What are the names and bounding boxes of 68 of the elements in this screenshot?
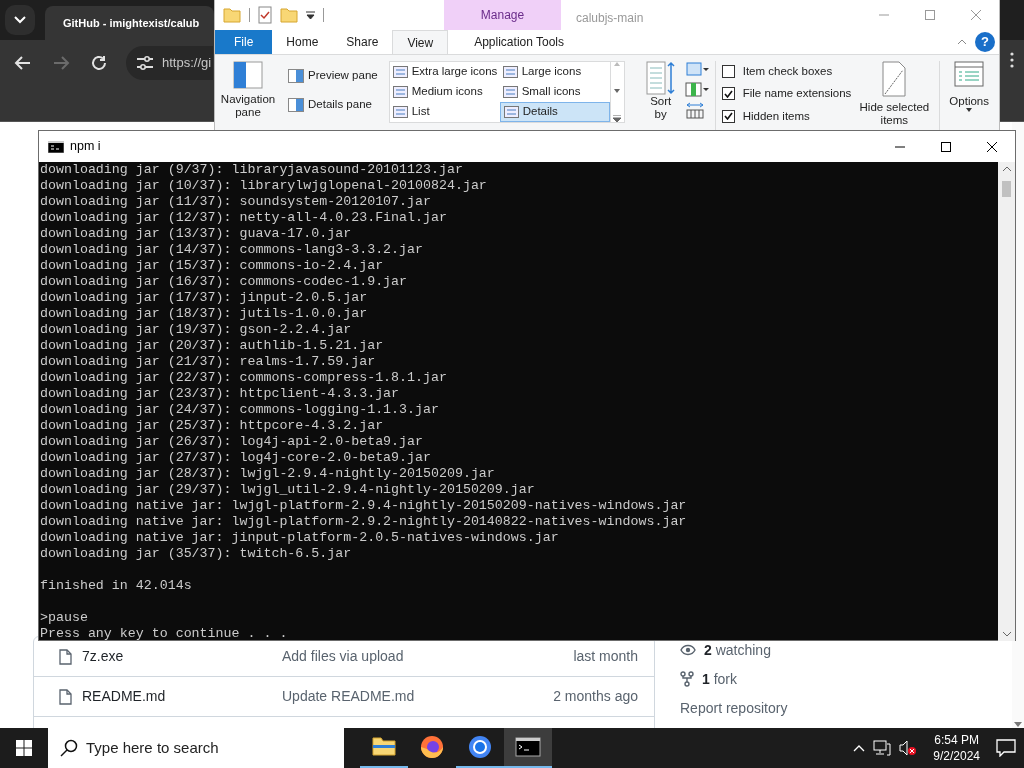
- preview-pane-button[interactable]: Preview pane: [285, 65, 381, 87]
- console-line: downloading native jar: lwjgl-platform-2.9.2-nightly-20140822-natives-windows.jar: [40, 514, 687, 530]
- console-line: downloading jar (19/37): gson-2.2.4.jar: [40, 322, 352, 338]
- console-line: downloading jar (23/37): httpclient-4.3.3.jar: [40, 386, 400, 402]
- ribbon-tab[interactable]: View: [392, 30, 449, 54]
- context-tab-header: Manage: [444, 0, 561, 30]
- details-pane-button[interactable]: Details pane: [285, 94, 381, 116]
- checkbox-option[interactable]: Hidden items: [721, 107, 852, 125]
- console-line: downloading jar (9/37): libraryjavasound-20101123.jar: [40, 162, 463, 178]
- commit-message-link[interactable]: Update README.md: [282, 688, 415, 704]
- console-line: downloading native jar: lwjgl-platform-2.9.4-nightly-20150209-natives-windows.jar: [40, 498, 687, 514]
- clock-time: 6:54 PM: [934, 732, 979, 748]
- url-text: https://gi: [162, 54, 212, 73]
- window-title: calubjs-main: [575, 10, 645, 27]
- search-field[interactable]: Type here to search: [48, 728, 344, 768]
- ribbon-tab[interactable]: File: [215, 30, 273, 54]
- console-line: downloading jar (22/37): commons-compress-1.8.1.jar: [40, 370, 447, 386]
- options-button[interactable]: Options: [946, 61, 992, 112]
- console-line: downloading jar (15/37): commons-io-2.4.jar: [40, 258, 384, 274]
- commit-message-link[interactable]: Add files via upload: [282, 648, 404, 664]
- view-layout-option[interactable]: List: [389, 102, 500, 122]
- address-bar[interactable]: https://gi: [126, 46, 213, 80]
- console-line: downloading jar (26/37): log4j-api-2.0-beta9.jar: [40, 434, 423, 450]
- commit-time: last month: [573, 647, 638, 666]
- help-button[interactable]: ?: [975, 32, 995, 52]
- ribbon-tab[interactable]: Application Tools: [460, 30, 579, 54]
- console-line: downloading jar (10/37): librarylwjglopenal-20100824.jar: [40, 178, 487, 194]
- checkbox-option[interactable]: Item check boxes: [721, 63, 852, 81]
- hide-selected-items-button[interactable]: Hide selected items: [855, 61, 934, 127]
- view-layout-option[interactable]: Small icons: [499, 82, 610, 102]
- console-line: downloading jar (29/37): lwjgl_util-2.9.4-nightly-20150209.jar: [40, 482, 535, 498]
- commit-time: 2 months ago: [553, 687, 638, 706]
- view-layout-option[interactable]: Medium icons: [389, 82, 500, 102]
- console-line: downloading jar (13/37): guava-17.0.jar: [40, 226, 352, 242]
- console-line: downloading jar (28/37): lwjgl-2.9.4-nightly-20150209.jar: [40, 466, 495, 482]
- window-title: npm i: [70, 138, 101, 156]
- console-line: downloading native jar: jinput-platform-2.0.5-natives-windows.jar: [40, 530, 559, 546]
- console-line: downloading jar (27/37): log4j-core-2.0-beta9.jar: [40, 450, 431, 466]
- console-line: downloading jar (25/37): httpcore-4.3.2.jar: [40, 418, 384, 434]
- report-link[interactable]: Report repository: [680, 697, 788, 719]
- view-layout-option[interactable]: Extra large icons: [389, 62, 500, 82]
- console-line: downloading jar (35/37): twitch-6.5.jar: [40, 546, 352, 562]
- clock[interactable]: 6:54 PM 9/2/2024: [925, 732, 988, 764]
- console-line: downloading jar (17/37): jinput-2.0.5.jar: [40, 290, 368, 306]
- navigation-pane-button[interactable]: Navigation pane: [215, 61, 281, 119]
- file-name-link[interactable]: README.md: [82, 686, 166, 707]
- console-line: downloading jar (20/37): authlib-1.5.21.jar: [40, 338, 384, 354]
- checkbox-option[interactable]: File name extensions: [721, 85, 852, 103]
- console-line: downloading jar (16/37): commons-codec-1.9.jar: [40, 274, 408, 290]
- console-line: downloading jar (24/37): commons-logging-1.1.3.jar: [40, 402, 439, 418]
- view-layout-option[interactable]: Details: [499, 102, 610, 122]
- console-line: downloading jar (21/37): realms-1.7.59.jar: [40, 354, 376, 370]
- repo-stat[interactable]: 2 watching: [704, 639, 771, 661]
- ribbon-tab[interactable]: Home: [272, 30, 333, 54]
- browser-tab[interactable]: GitHub - imightexist/calub: [45, 6, 214, 40]
- repo-stat[interactable]: 1 fork: [702, 668, 738, 690]
- ribbon-tab[interactable]: Share: [332, 30, 393, 54]
- console-line: downloading jar (12/37): netty-all-4.0.23.Final.jar: [40, 210, 447, 226]
- console-line: downloading jar (11/37): soundsystem-20120107.jar: [40, 194, 431, 210]
- file-name-link[interactable]: 7z.exe: [82, 646, 124, 667]
- console-line: >pause: [40, 610, 88, 626]
- console-line: Press any key to continue . . .: [40, 626, 288, 641]
- sort-by-button[interactable]: Sort by: [640, 61, 681, 121]
- console-line: downloading jar (18/37): jutils-1.0.0.jar: [40, 306, 368, 322]
- clock-date: 9/2/2024: [933, 748, 980, 764]
- view-layout-option[interactable]: Large icons: [499, 62, 610, 82]
- console-line: downloading jar (14/37): commons-lang3-3.3.2.jar: [40, 242, 423, 258]
- console-line: finished in 42.014s: [40, 578, 192, 594]
